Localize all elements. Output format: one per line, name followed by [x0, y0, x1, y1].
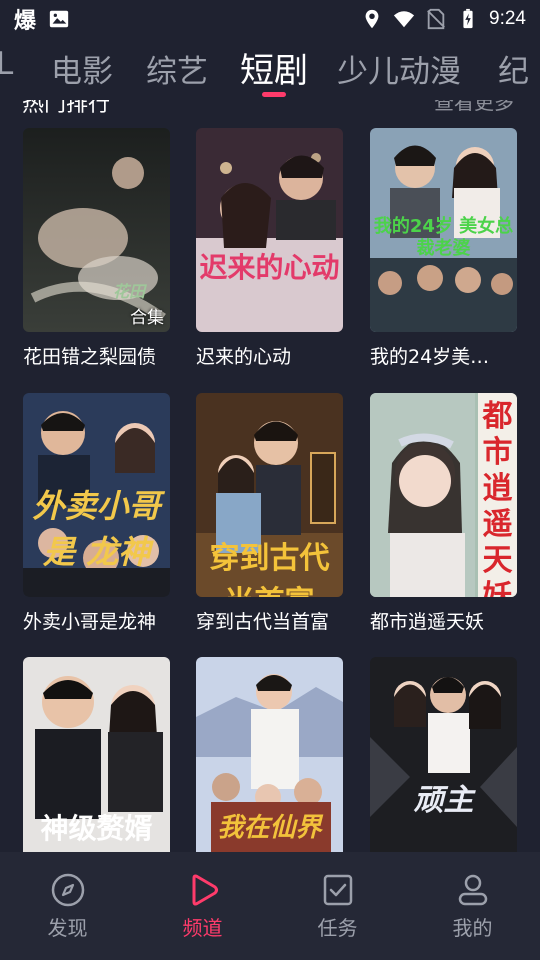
poster-title-art: 迟来的心动: [199, 251, 340, 284]
nav-tasks[interactable]: 任务: [270, 852, 405, 960]
drama-grid: 花田 合集 花田错之梨园债 迟来的心动 迟来的心动 我的24岁 美女总裁老婆 我…: [0, 0, 540, 861]
bottom-nav: 发现 频道 任务 我的: [0, 852, 540, 960]
no-sim-icon: [427, 8, 445, 30]
nav-discover-label: 发现: [47, 916, 88, 940]
task-icon: [323, 874, 352, 906]
profile-icon: [458, 874, 487, 906]
collection-badge: 合集: [130, 308, 164, 328]
poster-image[interactable]: 神级赘婿: [23, 657, 170, 861]
compass-icon: [51, 873, 84, 907]
drama-card[interactable]: 外卖小哥是 龙神 外卖小哥是龙神: [23, 393, 170, 634]
drama-card[interactable]: 神级赘婿: [23, 657, 170, 871]
card-title[interactable]: 外卖小哥是龙神: [23, 607, 173, 634]
location-icon: [365, 9, 379, 29]
nav-channel[interactable]: 频道: [135, 852, 270, 960]
wifi-icon: [393, 11, 415, 28]
play-icon: [192, 874, 218, 906]
poster-image[interactable]: 我的24岁 美女总裁老婆: [370, 128, 517, 332]
card-title[interactable]: 都市逍遥天妖: [370, 607, 520, 634]
drama-card[interactable]: 穿到古代 当首富 穿到古代当首富: [196, 393, 343, 634]
drama-card[interactable]: 我的24岁 美女总裁老婆 我的24岁美…: [370, 128, 517, 369]
nav-profile[interactable]: 我的: [405, 852, 540, 960]
card-title[interactable]: 穿到古代当首富: [196, 607, 346, 634]
poster-title-art: 顽主: [413, 783, 474, 818]
nav-channel-label: 频道: [182, 916, 223, 940]
tab-movies[interactable]: 电影: [51, 46, 113, 91]
nav-profile-label: 我的: [452, 916, 493, 940]
drama-card[interactable]: 都市逍遥天妖 都市逍遥天妖: [370, 393, 517, 634]
status-bar: 爆 9:24: [0, 0, 540, 38]
nav-discover[interactable]: 发现: [0, 852, 135, 960]
poster-title-art: 都市逍遥天妖: [482, 399, 513, 597]
poster-image[interactable]: 花田 合集: [23, 128, 170, 332]
poster-title-art: 我的24岁 美女总裁老婆: [373, 216, 514, 259]
app-notification-icon: 爆: [14, 9, 37, 34]
drama-card[interactable]: 我在仙界: [196, 657, 343, 871]
battery-charging-icon: [463, 8, 473, 29]
tab-short-drama[interactable]: 短剧: [240, 43, 308, 92]
card-title[interactable]: 花田错之梨园债: [23, 342, 173, 369]
tab-prev-partial[interactable]: L: [0, 46, 13, 82]
tab-next-partial[interactable]: 纪: [498, 46, 529, 91]
poster-image[interactable]: 外卖小哥是 龙神: [23, 393, 170, 597]
image-icon: [49, 10, 69, 28]
drama-card[interactable]: 花田 合集 花田错之梨园债: [23, 128, 170, 369]
poster-title-art: 我在仙界: [217, 813, 322, 843]
section-title: 热门排行: [22, 100, 111, 114]
drama-card[interactable]: 迟来的心动 迟来的心动: [196, 128, 343, 369]
drama-card[interactable]: 顽主: [370, 657, 517, 871]
category-tabs: L 电影 综艺 短剧 少儿动漫 纪: [0, 38, 540, 100]
active-tab-indicator: [262, 92, 286, 97]
poster-title-art: 穿到古代 当首富: [209, 541, 330, 597]
poster-image[interactable]: 我在仙界: [196, 657, 343, 861]
poster-title-art: 神级赘婿: [40, 812, 153, 845]
poster-image[interactable]: 穿到古代 当首富: [196, 393, 343, 597]
card-title[interactable]: 我的24岁美…: [370, 342, 520, 369]
poster-title-art: 花田: [113, 282, 146, 301]
card-title[interactable]: 迟来的心动: [196, 342, 346, 369]
poster-title-art: 外卖小哥是 龙神: [32, 487, 161, 571]
poster-image[interactable]: 迟来的心动: [196, 128, 343, 332]
nav-tasks-label: 任务: [317, 916, 358, 940]
section-more-link[interactable]: 查看更多: [434, 100, 514, 114]
tab-kids-anime[interactable]: 少儿动漫: [337, 46, 461, 91]
section-header: 热门排行 查看更多: [0, 100, 540, 114]
tab-variety[interactable]: 综艺: [146, 46, 208, 91]
clock: 9:24: [489, 8, 526, 29]
poster-image[interactable]: 都市逍遥天妖: [370, 393, 517, 597]
poster-image[interactable]: 顽主: [370, 657, 517, 861]
